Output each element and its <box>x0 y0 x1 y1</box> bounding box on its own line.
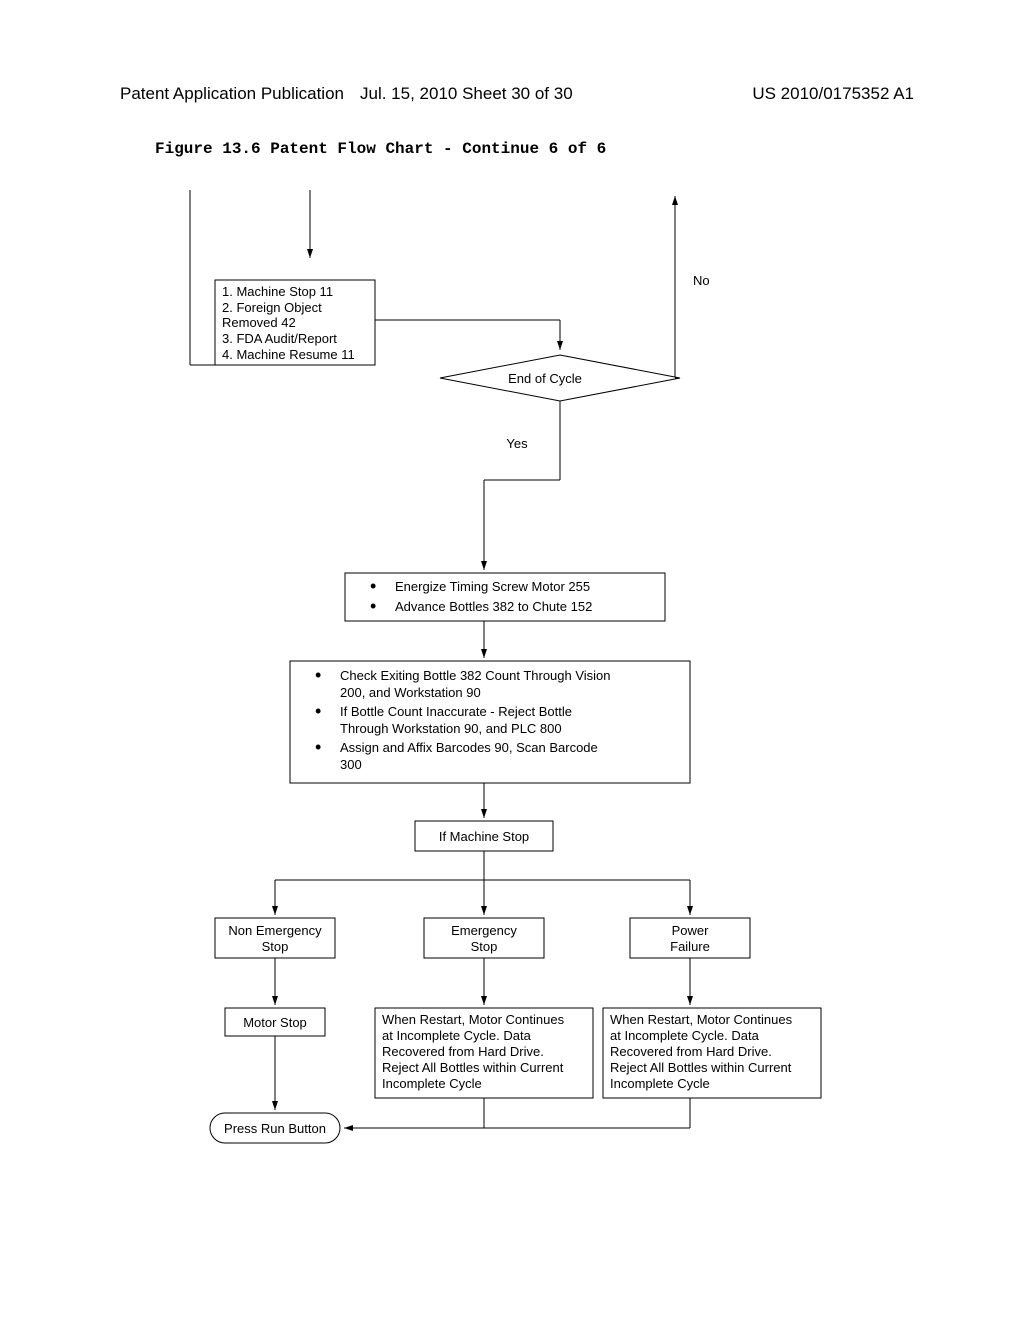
actions-list-l1: 1. Machine Stop 11 <box>222 284 333 299</box>
page-header: Patent Application Publication Jul. 15, … <box>120 84 914 104</box>
power-l1: Power <box>672 923 710 938</box>
energize-b1: Energize Timing Screw Motor 255 <box>395 579 590 594</box>
em-l2: Stop <box>471 939 498 954</box>
header-right: US 2010/0175352 A1 <box>752 84 914 104</box>
decision-no-label: No <box>693 273 710 288</box>
restart-r-l5: Incomplete Cycle <box>610 1076 710 1091</box>
energize-b2: Advance Bottles 382 to Chute 152 <box>395 599 592 614</box>
restart-r-l2: at Incomplete Cycle. Data <box>610 1028 760 1043</box>
restart-m-l1: When Restart, Motor Continues <box>382 1012 565 1027</box>
bullet-icon: • <box>370 576 376 596</box>
check-b3b: 300 <box>340 757 362 772</box>
motor-stop-label: Motor Stop <box>243 1015 307 1030</box>
bullet-icon: • <box>315 737 321 757</box>
restart-r-l3: Recovered from Hard Drive. <box>610 1044 772 1059</box>
restart-r-l4: Reject All Bottles within Current <box>610 1060 792 1075</box>
figure-title: Figure 13.6 Patent Flow Chart - Continue… <box>155 140 606 158</box>
restart-r-l1: When Restart, Motor Continues <box>610 1012 793 1027</box>
restart-m-l2: at Incomplete Cycle. Data <box>382 1028 532 1043</box>
non-em-l1: Non Emergency <box>228 923 322 938</box>
em-l1: Emergency <box>451 923 517 938</box>
power-l2: Failure <box>670 939 710 954</box>
actions-list-l3: 3. FDA Audit/Report <box>222 331 337 346</box>
bullet-icon: • <box>315 701 321 721</box>
actions-list-l4: 4. Machine Resume 11 <box>222 347 355 362</box>
check-b3a: Assign and Affix Barcodes 90, Scan Barco… <box>340 740 598 755</box>
flowchart-diagram: 1. Machine Stop 11 2. Foreign Object Rem… <box>120 190 880 1240</box>
check-b2b: Through Workstation 90, and PLC 800 <box>340 721 562 736</box>
restart-m-l4: Reject All Bottles within Current <box>382 1060 564 1075</box>
press-run-label: Press Run Button <box>224 1121 326 1136</box>
restart-m-l5: Incomplete Cycle <box>382 1076 482 1091</box>
check-b2a: If Bottle Count Inaccurate - Reject Bott… <box>340 704 572 719</box>
check-b1b: 200, and Workstation 90 <box>340 685 481 700</box>
header-left: Patent Application Publication <box>120 84 344 104</box>
check-b1a: Check Exiting Bottle 382 Count Through V… <box>340 668 611 683</box>
decision-yes-label: Yes <box>506 436 528 451</box>
end-of-cycle-label: End of Cycle <box>508 371 582 386</box>
bullet-icon: • <box>370 596 376 616</box>
if-machine-stop-label: If Machine Stop <box>439 829 529 844</box>
actions-list-l2b: Removed 42 <box>222 315 296 330</box>
restart-m-l3: Recovered from Hard Drive. <box>382 1044 544 1059</box>
header-mid: Jul. 15, 2010 Sheet 30 of 30 <box>360 84 573 104</box>
actions-list-l2: 2. Foreign Object <box>222 300 322 315</box>
bullet-icon: • <box>315 665 321 685</box>
non-em-l2: Stop <box>262 939 289 954</box>
